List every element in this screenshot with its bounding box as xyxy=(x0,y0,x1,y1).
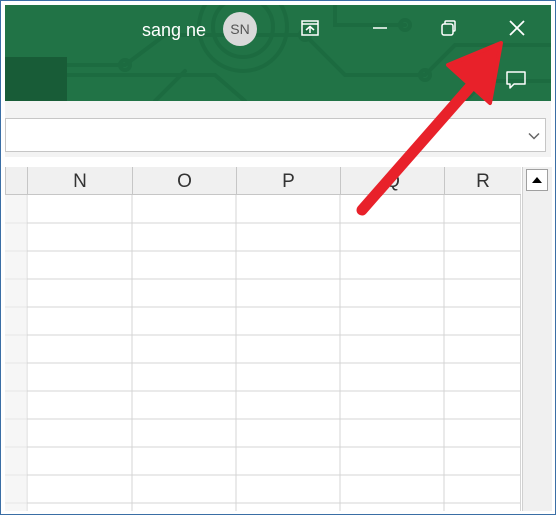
triangle-up-icon xyxy=(532,177,542,183)
formula-bar-row xyxy=(5,101,551,157)
title-bar: sang ne SN xyxy=(5,5,551,101)
column-header-p[interactable]: P xyxy=(236,167,340,194)
column-header-row: N O P Q R xyxy=(5,167,521,195)
column-header-o[interactable]: O xyxy=(132,167,236,194)
excel-window: sang ne SN N O P Q R xyxy=(0,0,556,515)
close-icon xyxy=(509,20,525,36)
ribbon-display-options-button[interactable] xyxy=(295,13,325,43)
avatar[interactable]: SN xyxy=(223,12,257,46)
comment-icon xyxy=(506,71,526,89)
formula-input[interactable] xyxy=(5,118,546,152)
comments-button[interactable] xyxy=(501,65,531,95)
ribbon-tab-area xyxy=(5,57,67,101)
scroll-up-button[interactable] xyxy=(526,169,548,191)
row-header-corner[interactable] xyxy=(5,167,27,194)
close-button[interactable] xyxy=(502,13,532,43)
restore-button[interactable] xyxy=(433,13,463,43)
column-header-q[interactable]: Q xyxy=(340,167,444,194)
minimize-icon xyxy=(373,27,387,29)
restore-icon xyxy=(441,20,456,36)
vertical-scrollbar[interactable] xyxy=(522,167,552,511)
circuit-pattern xyxy=(5,5,551,101)
cell-grid[interactable] xyxy=(5,195,521,511)
user-name[interactable]: sang ne xyxy=(142,19,206,41)
column-header-n[interactable]: N xyxy=(27,167,132,194)
column-header-r[interactable]: R xyxy=(444,167,521,194)
minimize-button[interactable] xyxy=(365,13,395,43)
chevron-down-icon[interactable] xyxy=(527,129,541,143)
display-options-icon xyxy=(301,20,319,36)
